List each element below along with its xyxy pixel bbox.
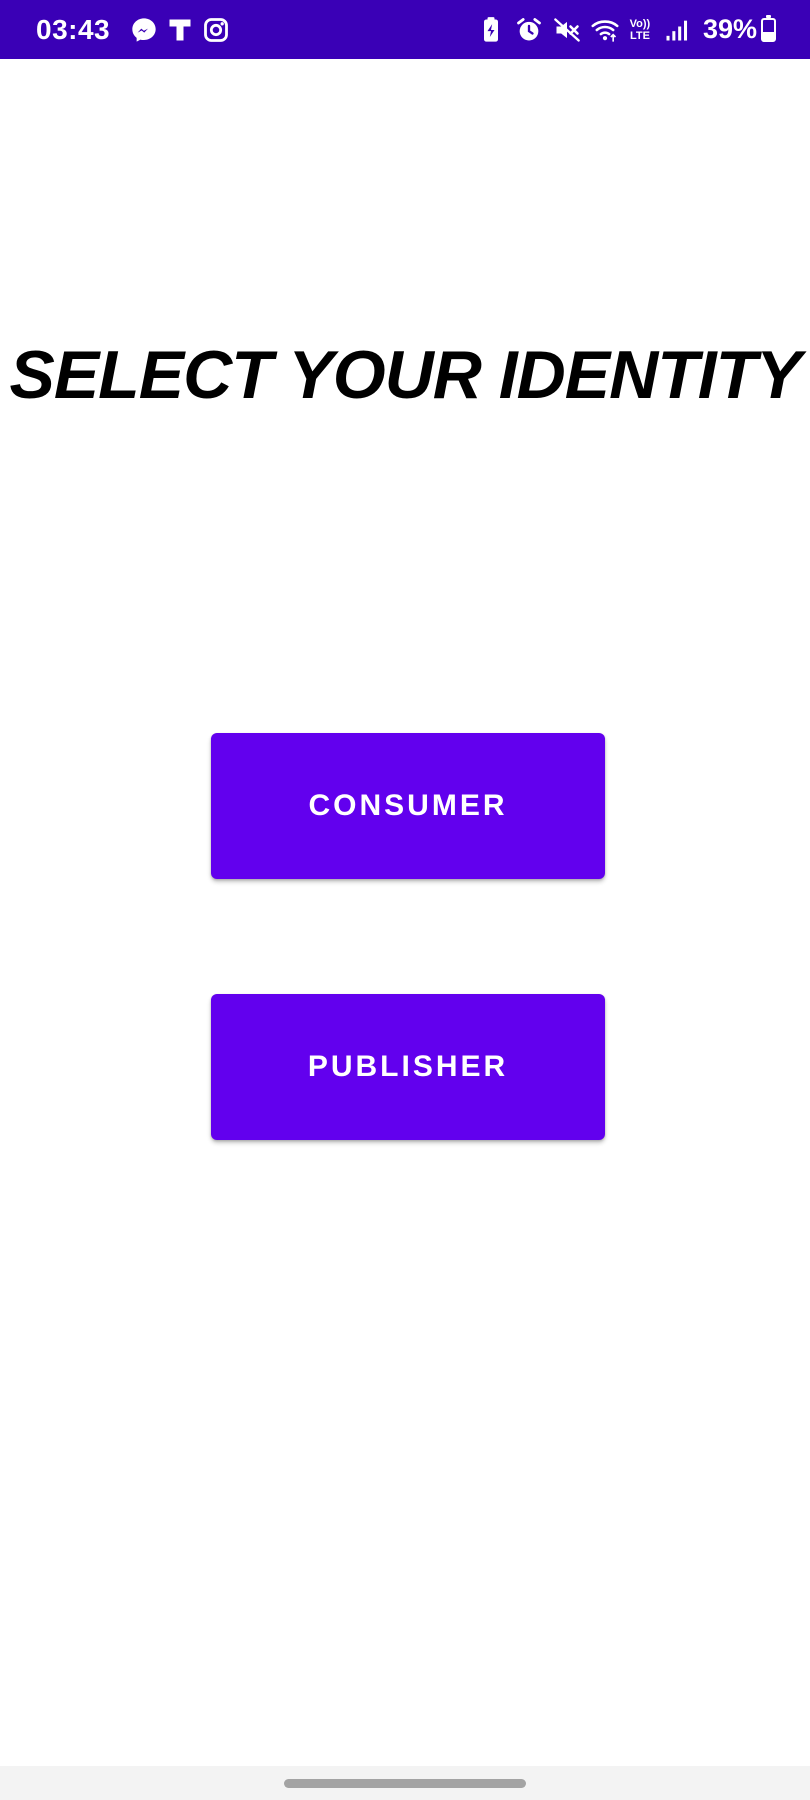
status-bar: 03:43 Vo)) LTE 39% [0,0,810,59]
mute-icon [553,16,581,44]
battery-percent: 39% [702,14,757,44]
signal-icon [663,16,691,44]
status-right: Vo)) LTE 39% [467,14,776,45]
consumer-button[interactable]: CONSUMER [211,733,605,879]
messenger-icon [130,16,158,44]
home-handle[interactable] [284,1779,526,1788]
alarm-icon [515,16,543,44]
publisher-button[interactable]: PUBLISHER [211,994,605,1140]
battery-level-fill [763,31,774,40]
identity-select-screen: 03:43 Vo)) LTE 39% SELECT YOUR IDENTITY … [0,0,810,1800]
status-left: 03:43 [36,14,230,46]
battery-saver-icon [477,16,505,44]
status-time: 03:43 [36,13,111,45]
instagram-icon [202,16,230,44]
volte-bottom-label: LTE [629,29,650,42]
wifi-icon [591,16,619,44]
t-app-icon [166,16,194,44]
page-title: SELECT YOUR IDENTITY [9,337,801,413]
battery-icon [761,14,776,42]
volte-top-label: Vo)) [629,17,651,30]
navigation-bar [0,1766,810,1800]
volte-icon: Vo)) LTE [627,18,653,42]
